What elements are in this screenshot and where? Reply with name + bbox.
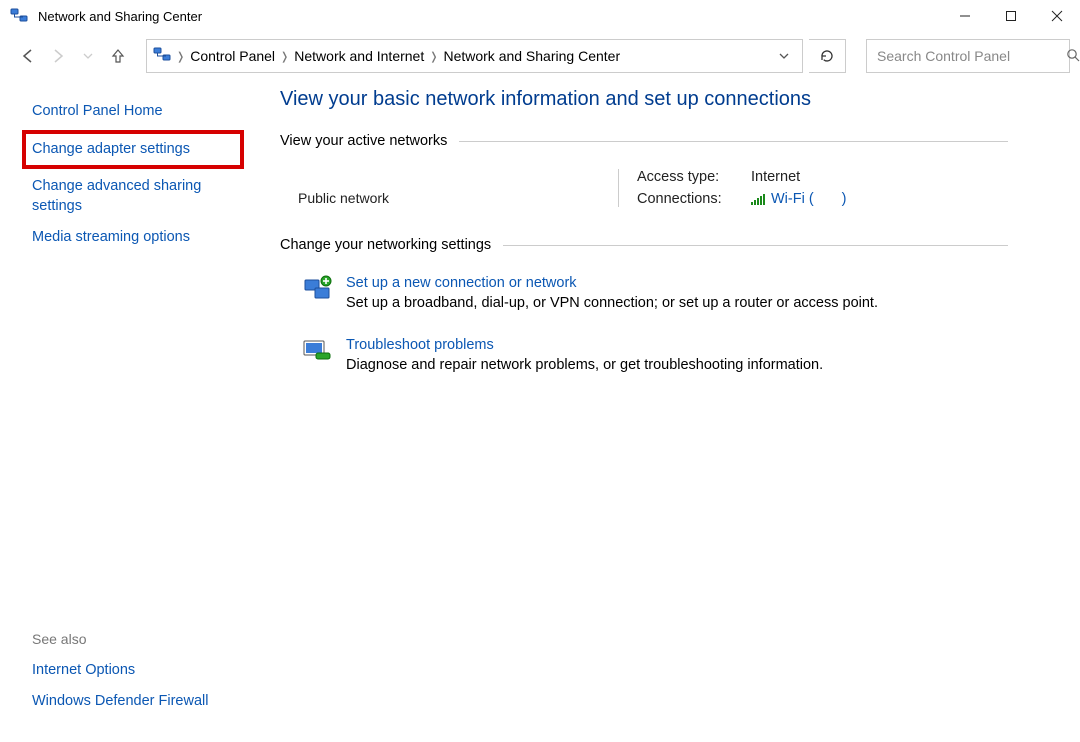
main-panel: View your basic network information and … xyxy=(250,76,1080,738)
divider xyxy=(503,245,1008,246)
sidebar-link-home[interactable]: Control Panel Home xyxy=(30,96,236,128)
connection-name-trail[interactable]: ) xyxy=(842,191,847,207)
active-networks-label: View your active networks xyxy=(280,133,447,149)
access-type-label: Access type: xyxy=(637,169,737,185)
search-input[interactable] xyxy=(875,47,1060,65)
troubleshoot-icon xyxy=(302,337,332,367)
sidebar-link-media-streaming[interactable]: Media streaming options xyxy=(30,222,236,254)
task-troubleshoot[interactable]: Troubleshoot problems Diagnose and repai… xyxy=(280,331,1008,393)
address-bar[interactable]: ❭ Control Panel ❭ Network and Internet ❭… xyxy=(146,39,803,73)
sidebar-link-change-sharing[interactable]: Change advanced sharing settings xyxy=(30,171,236,222)
wifi-signal-icon xyxy=(751,193,765,205)
refresh-button[interactable] xyxy=(809,39,846,73)
task-setup-connection[interactable]: Set up a new connection or network Set u… xyxy=(280,269,1008,331)
change-settings-header: Change your networking settings xyxy=(280,237,1008,253)
breadcrumb-network-internet[interactable]: Network and Internet xyxy=(294,48,424,64)
window-controls xyxy=(942,0,1080,32)
sidebar-link-change-adapter[interactable]: Change adapter settings xyxy=(32,140,234,160)
navigation-row: ❭ Control Panel ❭ Network and Internet ❭… xyxy=(0,36,1080,76)
chevron-right-icon[interactable]: ❭ xyxy=(428,50,439,63)
task-setup-desc: Set up a broadband, dial-up, or VPN conn… xyxy=(346,295,878,311)
address-dropdown-icon[interactable] xyxy=(771,40,796,72)
task-setup-title[interactable]: Set up a new connection or network xyxy=(346,275,878,291)
search-box[interactable] xyxy=(866,39,1070,73)
task-trouble-title[interactable]: Troubleshoot problems xyxy=(346,337,823,353)
breadcrumb-control-panel[interactable]: Control Panel xyxy=(190,48,275,64)
new-connection-icon xyxy=(302,275,332,305)
connection-name[interactable]: Wi-Fi ( xyxy=(771,191,814,207)
connections-label: Connections: xyxy=(637,191,737,207)
address-network-icon xyxy=(153,46,171,67)
search-icon xyxy=(1066,48,1080,65)
maximize-button[interactable] xyxy=(988,0,1034,32)
breadcrumb-network-sharing[interactable]: Network and Sharing Center xyxy=(443,48,620,64)
page-heading: View your basic network information and … xyxy=(280,88,1008,111)
active-network-row: Public network Access type: Internet Con… xyxy=(280,165,1008,237)
content-body: Control Panel Home Change adapter settin… xyxy=(0,76,1080,738)
task-trouble-desc: Diagnose and repair network problems, or… xyxy=(346,357,823,373)
close-button[interactable] xyxy=(1034,0,1080,32)
chevron-right-icon[interactable]: ❭ xyxy=(175,50,186,63)
divider xyxy=(459,141,1008,142)
back-button[interactable] xyxy=(16,44,40,68)
titlebar: Network and Sharing Center xyxy=(0,0,1080,32)
highlight-change-adapter: Change adapter settings xyxy=(22,130,244,170)
access-type-value: Internet xyxy=(751,169,800,185)
forward-button[interactable] xyxy=(46,44,70,68)
network-type-label: Public network xyxy=(298,190,618,206)
sidebar: Control Panel Home Change adapter settin… xyxy=(0,76,250,738)
window-title: Network and Sharing Center xyxy=(38,9,942,24)
recent-caret-icon[interactable] xyxy=(76,44,100,68)
sidebar-link-defender-firewall[interactable]: Windows Defender Firewall xyxy=(30,686,236,718)
up-button[interactable] xyxy=(106,44,130,68)
chevron-right-icon[interactable]: ❭ xyxy=(279,50,290,63)
active-networks-header: View your active networks xyxy=(280,133,1008,149)
change-settings-label: Change your networking settings xyxy=(280,237,491,253)
connection-link[interactable]: Wi-Fi ( ) xyxy=(751,191,847,207)
minimize-button[interactable] xyxy=(942,0,988,32)
see-also-label: See also xyxy=(30,627,236,655)
sidebar-link-internet-options[interactable]: Internet Options xyxy=(30,655,236,687)
network-sharing-icon xyxy=(10,7,28,25)
